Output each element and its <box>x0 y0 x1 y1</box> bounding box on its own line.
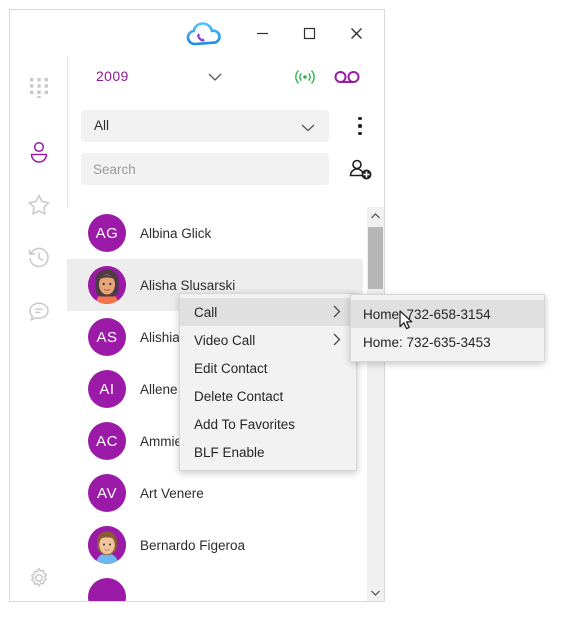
contact-context-menu[interactable]: Call Video Call Edit Contact Delete Cont… <box>179 293 357 471</box>
avatar-initials <box>88 578 126 601</box>
kebab-menu-icon <box>358 131 362 136</box>
avatar-initials: AV <box>97 484 117 502</box>
sidebar-rail <box>10 56 68 601</box>
menu-item-call[interactable]: Call <box>180 298 356 326</box>
avatar: AV <box>88 474 126 512</box>
sidebar-item-messages[interactable] <box>10 290 67 334</box>
cloud-phone-logo-icon <box>182 18 226 54</box>
sidebar-item-history[interactable] <box>10 236 67 280</box>
avatar: AS <box>88 318 126 356</box>
avatar <box>88 578 126 601</box>
avatar: AG <box>88 214 126 252</box>
add-contact-icon <box>349 159 372 180</box>
chevron-down-icon[interactable] <box>207 70 223 88</box>
gear-icon <box>30 567 47 587</box>
contact-list-scrollbar[interactable] <box>367 207 384 601</box>
sidebar-item-contacts[interactable] <box>10 130 67 174</box>
contact-name: Ammie <box>140 433 183 449</box>
scroll-down-button[interactable] <box>367 584 384 601</box>
overflow-menu-button[interactable] <box>349 113 371 139</box>
avatar-initials: AI <box>99 380 115 398</box>
avatar <box>88 526 126 564</box>
submenu-item-home-2[interactable]: Home: 732-635-3453 <box>351 328 544 356</box>
avatar-initials: AC <box>96 432 118 450</box>
minimize-button[interactable] <box>240 18 284 48</box>
extension-number: 2009 <box>96 68 129 84</box>
filter-row: All <box>67 110 384 146</box>
chevron-down-icon <box>371 590 380 596</box>
dialpad-icon <box>29 78 48 98</box>
contact-name: Bernardo Figeroa <box>140 537 246 553</box>
contact-name: Albina Glick <box>140 225 212 241</box>
history-icon <box>27 247 49 268</box>
menu-item-blf-enable[interactable]: BLF Enable <box>180 438 356 466</box>
title-bar <box>10 10 384 56</box>
star-icon <box>28 194 49 215</box>
menu-item-label: Delete Contact <box>194 388 284 404</box>
submenu-item-label: Home: 732-658-3154 <box>363 306 491 322</box>
chevron-right-icon <box>331 332 343 350</box>
menu-item-delete-contact[interactable]: Delete Contact <box>180 382 356 410</box>
sidebar-item-favorites[interactable] <box>10 183 67 227</box>
search-input[interactable] <box>81 153 329 185</box>
sidebar-item-dialpad[interactable] <box>10 64 67 108</box>
chevron-down-icon <box>300 120 316 138</box>
contact-filter-select[interactable]: All <box>81 110 329 142</box>
kebab-menu-icon <box>358 124 362 128</box>
sidebar-item-settings[interactable] <box>10 556 67 600</box>
contacts-icon <box>30 141 47 163</box>
menu-item-edit-contact[interactable]: Edit Contact <box>180 354 356 382</box>
avatar-initials: AS <box>96 328 118 346</box>
submenu-item-home-1[interactable]: Home: 732-658-3154 <box>351 300 544 328</box>
search-row <box>67 153 384 187</box>
avatar-initials: AG <box>95 224 119 242</box>
contact-name: Art Venere <box>140 485 204 501</box>
menu-item-label: Edit Contact <box>194 360 268 376</box>
list-item[interactable]: AG Albina Glick <box>67 207 363 259</box>
add-contact-button[interactable] <box>345 156 375 184</box>
menu-item-video-call[interactable]: Video Call <box>180 326 356 354</box>
broadcast-icon[interactable] <box>292 67 318 92</box>
menu-item-label: Video Call <box>194 332 256 348</box>
chevron-right-icon <box>331 304 343 322</box>
filter-selected-label: All <box>94 118 110 133</box>
contact-name: Alisha Slusarski <box>140 277 236 293</box>
kebab-menu-icon <box>358 116 362 121</box>
menu-item-add-to-favorites[interactable]: Add To Favorites <box>180 410 356 438</box>
voicemail-icon[interactable] <box>333 68 361 91</box>
chevron-up-icon <box>371 212 380 218</box>
menu-item-label: Call <box>194 304 218 320</box>
avatar: AC <box>88 422 126 460</box>
avatar <box>88 266 126 304</box>
list-item[interactable] <box>67 571 363 601</box>
scroll-up-button[interactable] <box>367 207 384 224</box>
scrollbar-thumb[interactable] <box>368 227 383 289</box>
maximize-button[interactable] <box>287 18 331 48</box>
call-numbers-submenu[interactable]: Home: 732-658-3154 Home: 732-635-3453 <box>350 294 545 362</box>
close-button[interactable] <box>334 18 378 48</box>
menu-item-label: BLF Enable <box>194 444 265 460</box>
account-bar: 2009 <box>67 56 384 100</box>
avatar: AI <box>88 370 126 408</box>
list-item[interactable]: Bernardo Figeroa <box>67 519 363 571</box>
message-icon <box>28 302 49 321</box>
menu-item-label: Add To Favorites <box>194 416 296 432</box>
list-item[interactable]: AV Art Venere <box>67 467 363 519</box>
submenu-item-label: Home: 732-635-3453 <box>363 334 491 350</box>
